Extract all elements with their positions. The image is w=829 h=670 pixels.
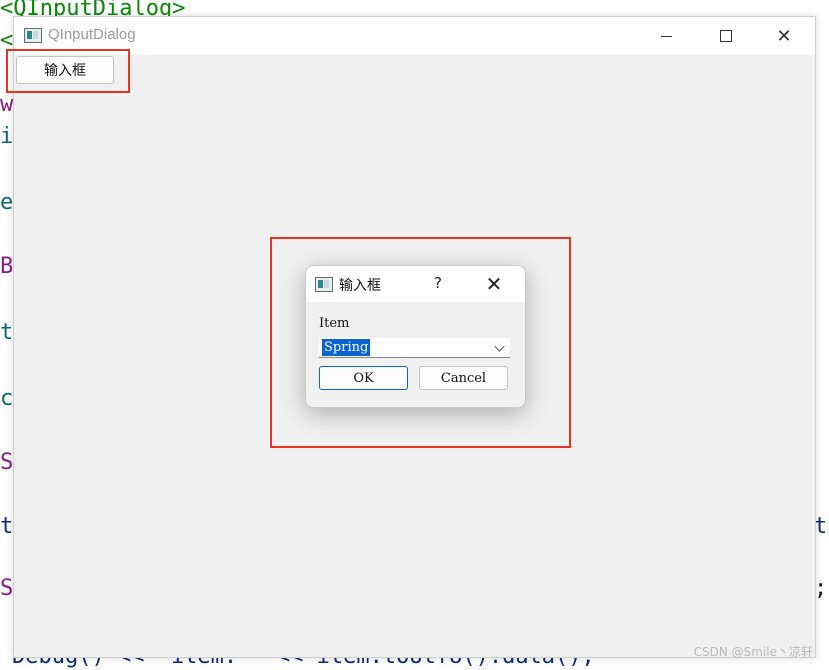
annotation-box-button: [6, 49, 130, 93]
maximize-icon: [720, 30, 732, 42]
code-line: t: [0, 514, 14, 539]
code-line: S: [0, 450, 14, 475]
app-icon: [24, 28, 42, 43]
watermark: CSDN @Smile丶凉轩: [693, 645, 813, 659]
minimize-button[interactable]: [637, 17, 695, 55]
code-line: tr: [814, 514, 829, 539]
code-line: i: [0, 124, 14, 149]
code-line: S: [0, 576, 14, 601]
close-button[interactable]: ✕: [755, 17, 813, 55]
maximize-button[interactable]: [697, 17, 755, 55]
code-line: e: [0, 190, 14, 215]
code-line: B: [0, 254, 14, 279]
code-line: c: [0, 386, 14, 411]
minimize-icon: [660, 35, 672, 37]
annotation-box-dialog: [270, 237, 571, 448]
code-line: t: [0, 320, 14, 345]
close-icon: ✕: [776, 25, 792, 47]
title-bar[interactable]: QInputDialog ✕: [14, 17, 815, 55]
window-title: QInputDialog: [48, 26, 136, 43]
code-line: w: [0, 92, 14, 117]
